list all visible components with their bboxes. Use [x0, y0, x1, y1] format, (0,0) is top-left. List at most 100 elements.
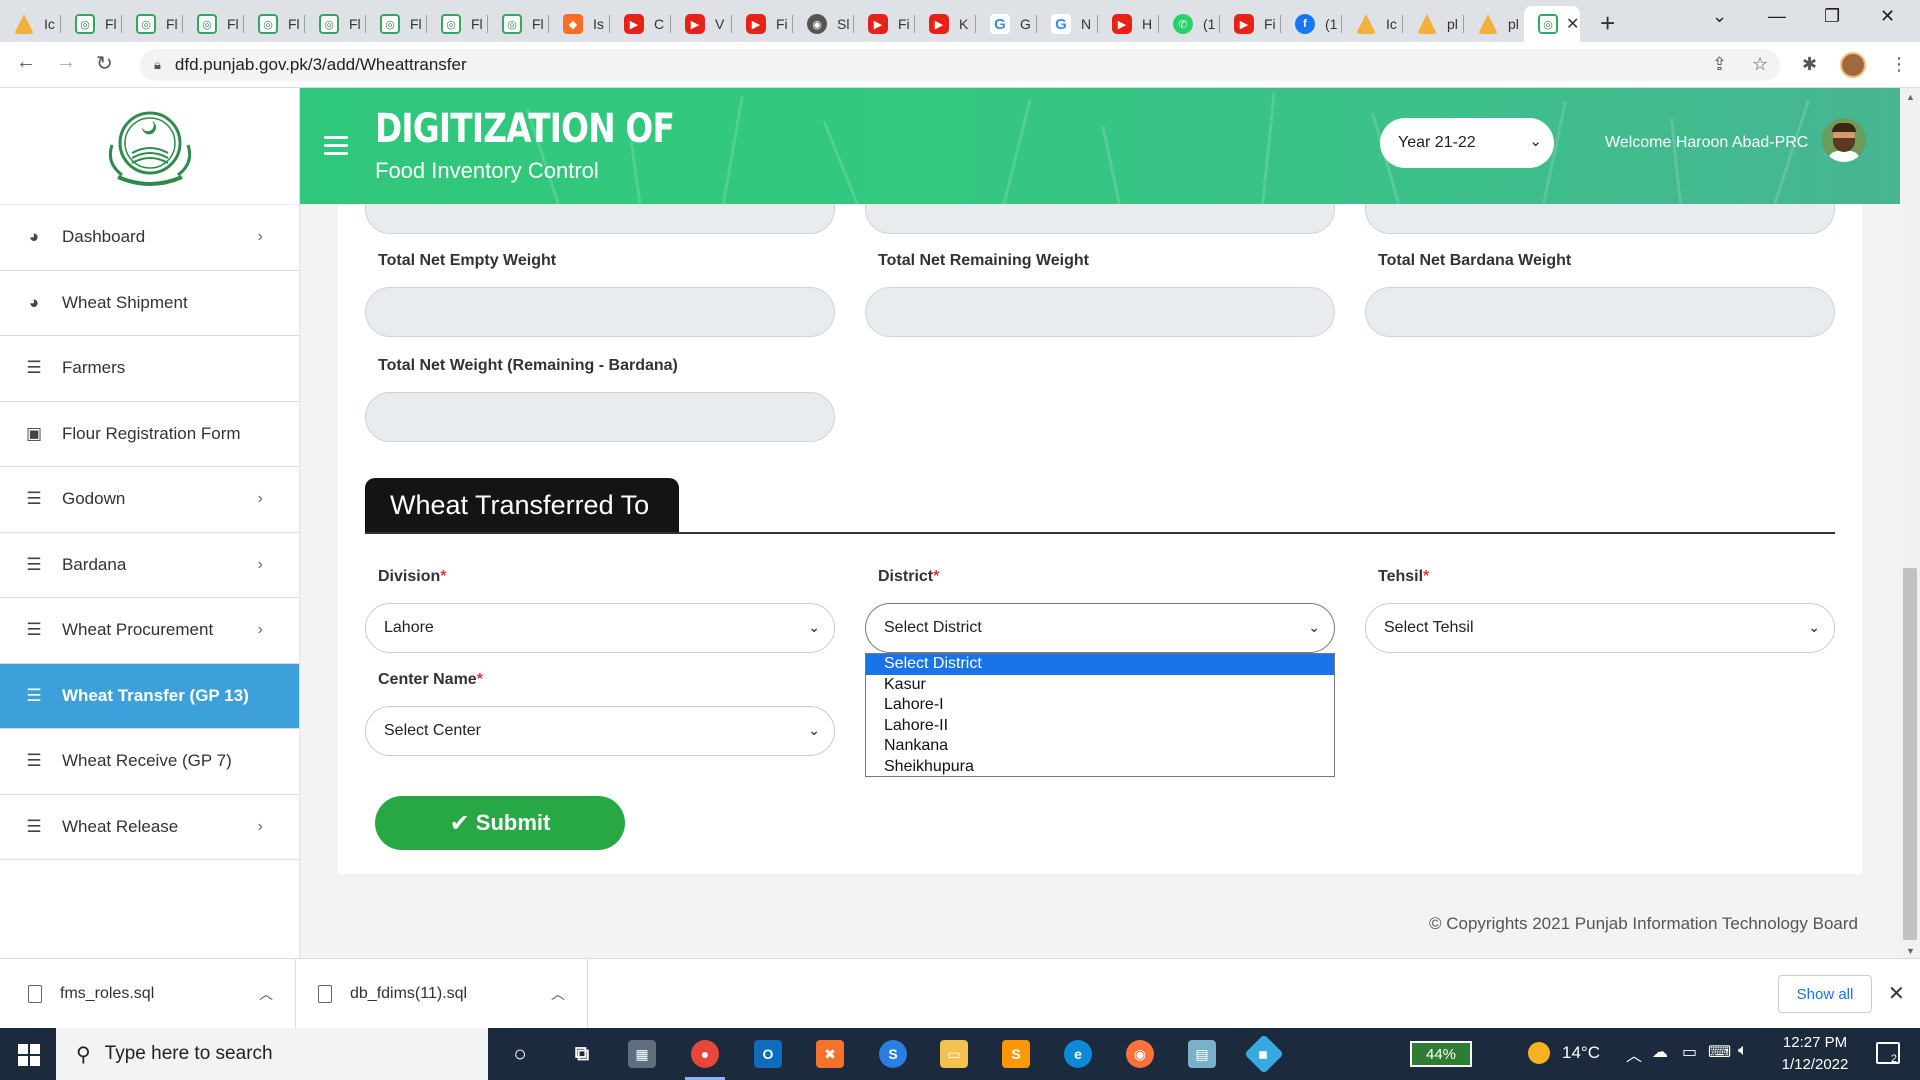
browser-tab[interactable]: ◎ Fl [122, 6, 183, 42]
reload-icon[interactable]: ↻ [96, 51, 113, 76]
extensions-icon[interactable]: ✱ [1802, 54, 1817, 75]
total-net-empty-weight-input[interactable] [365, 287, 835, 337]
sidebar-item-dashboard[interactable]: ◕ Dashboard › [0, 205, 299, 271]
browser-tab[interactable]: ◎ Fl [305, 6, 366, 42]
taskbar-search[interactable]: ⚲ Type here to search [56, 1028, 488, 1080]
total-net-remaining-weight-input[interactable] [865, 287, 1335, 337]
browser-tab[interactable]: ◎ Fl [488, 6, 549, 42]
browser-tab[interactable]: ✆ (1 [1159, 6, 1220, 42]
browser-tab[interactable]: ◆ Is [549, 6, 610, 42]
profile-avatar[interactable] [1840, 52, 1866, 78]
download-item[interactable]: db_fdims(11).sql ︿ [296, 959, 588, 1029]
file-explorer-icon[interactable]: ▭ [940, 1040, 968, 1068]
vertical-scrollbar[interactable]: ▲ ▼ [1900, 88, 1920, 958]
browser-tab[interactable]: Ic [0, 6, 61, 42]
show-all-button[interactable]: Show all [1778, 975, 1872, 1013]
browser-tab[interactable]: ◎ Fl [244, 6, 305, 42]
sidebar-item-farmers[interactable]: ☰ Farmers [0, 336, 299, 402]
browser-tab[interactable]: GN [1037, 6, 1098, 42]
sidebar-item-wheat-receive-gp-7[interactable]: ☰ Wheat Receive (GP 7) [0, 729, 299, 795]
back-icon[interactable]: ← [16, 51, 36, 74]
bookmark-star-icon[interactable]: ☆ [1752, 54, 1768, 75]
browser-tab[interactable]: ▶ V [671, 6, 732, 42]
tehsil-select[interactable]: Select Tehsil ⌄ [1365, 603, 1835, 653]
browser-tab[interactable]: pl [1464, 6, 1525, 42]
browser-tab[interactable]: ◉ Sl [793, 6, 854, 42]
division-select[interactable]: Lahore ⌄ [365, 603, 835, 653]
center-select[interactable]: Select Center ⌄ [365, 706, 835, 756]
close-window-icon[interactable]: ✕ [1880, 6, 1895, 27]
scroll-up-icon[interactable]: ▲ [1906, 92, 1915, 102]
battery-icon[interactable]: ▭ [1682, 1042, 1697, 1062]
download-item[interactable]: fms_roles.sql ︿ [0, 959, 296, 1029]
year-select[interactable]: Year 21-22 ⌄ [1380, 118, 1554, 168]
network-icon[interactable]: ⌨ [1708, 1042, 1731, 1062]
sidebar-item-wheat-transfer-gp-13[interactable]: ☰ Wheat Transfer (GP 13) [0, 663, 299, 729]
skype-icon[interactable]: S [879, 1040, 907, 1068]
menu-icon[interactable]: ⋮ [1890, 54, 1908, 75]
browser-tab[interactable]: f (1 [1281, 6, 1342, 42]
new-tab-icon[interactable]: + [1600, 8, 1615, 39]
browser-tab[interactable]: ▶ H [1098, 6, 1159, 42]
browser-tab[interactable]: Ic [1342, 6, 1403, 42]
git-kraken-icon[interactable]: ◆ [1244, 1034, 1284, 1074]
notepad-icon[interactable]: ▤ [1188, 1040, 1216, 1068]
browser-tab[interactable]: GG [976, 6, 1037, 42]
district-option[interactable]: Kasur [866, 675, 1334, 696]
outlook-icon[interactable]: O [754, 1040, 782, 1068]
browser-tab[interactable]: ▶ K [915, 6, 976, 42]
minimize-icon[interactable]: — [1768, 6, 1786, 27]
windows-start-icon[interactable] [18, 1044, 40, 1066]
scroll-down-icon[interactable]: ▼ [1906, 946, 1915, 956]
forward-icon[interactable]: → [56, 51, 76, 74]
sidebar-item-flour-registration-form[interactable]: ▣ Flour Registration Form [0, 402, 299, 467]
district-option[interactable]: Lahore-I [866, 695, 1334, 716]
browser-tab[interactable]: ▶ Fi [1220, 6, 1281, 42]
browser-tab[interactable]: ◎ Fl [366, 6, 427, 42]
browser-tab[interactable]: ▶ Fi [732, 6, 793, 42]
sidebar-item-wheat-shipment[interactable]: ◕ Wheat Shipment [0, 271, 299, 336]
volume-icon[interactable]: 🔈︎ [1738, 1042, 1748, 1060]
chevron-up-icon[interactable]: ︿ [551, 984, 565, 1004]
tab-active[interactable]: ◎ ✕ [1524, 6, 1580, 42]
district-option[interactable]: Nankana [866, 736, 1334, 757]
browser-tab[interactable]: ◎ Fl [427, 6, 488, 42]
restore-icon[interactable]: ❐ [1824, 6, 1840, 27]
chevron-up-icon[interactable]: ︿ [259, 984, 273, 1004]
scrollbar-thumb[interactable] [1903, 568, 1917, 940]
district-option[interactable]: Lahore-II [866, 716, 1334, 737]
close-download-bar-icon[interactable]: ✕ [1888, 981, 1905, 1006]
system-clock[interactable]: 12:27 PM 1/12/2022 [1770, 1032, 1860, 1076]
browser-tab[interactable]: ◎ Fl [61, 6, 122, 42]
browser-tab[interactable]: ◎ Fl [183, 6, 244, 42]
hamburger-menu-icon[interactable] [324, 136, 348, 160]
browser-tab[interactable]: pl [1403, 6, 1464, 42]
share-icon[interactable]: ⇪ [1712, 54, 1727, 75]
calculator-icon[interactable]: ▦ [628, 1040, 656, 1068]
cortana-icon[interactable]: ○ [506, 1040, 534, 1068]
battery-indicator[interactable]: 44% [1410, 1041, 1472, 1067]
user-avatar[interactable] [1822, 118, 1866, 162]
url-input[interactable]: 🔒︎ dfd.punjab.gov.pk/3/add/Wheattransfer [140, 49, 1780, 81]
firefox-icon[interactable]: ◉ [1126, 1040, 1154, 1068]
edge-icon[interactable]: e [1064, 1040, 1092, 1068]
district-option[interactable]: Select District [866, 654, 1334, 675]
notification-center-icon[interactable]: 2 [1876, 1042, 1900, 1065]
browser-tab[interactable]: ▶ Fi [854, 6, 915, 42]
district-option[interactable]: Sheikhupura [866, 757, 1334, 778]
submit-button[interactable]: ✔ Submit [375, 796, 625, 850]
sidebar-item-bardana[interactable]: ☰ Bardana › [0, 533, 299, 598]
tab-search-icon[interactable]: ⌄ [1712, 6, 1727, 27]
total-net-weight-input[interactable] [365, 392, 835, 442]
weather-widget[interactable]: 14°C [1528, 1042, 1600, 1064]
sidebar-item-wheat-release[interactable]: ☰ Wheat Release › [0, 795, 299, 860]
total-net-bardana-weight-input[interactable] [1365, 287, 1835, 337]
sidebar-item-godown[interactable]: ☰ Godown › [0, 467, 299, 533]
district-select[interactable]: Select District ⌄ [865, 603, 1335, 653]
xampp-icon[interactable]: ✖ [816, 1040, 844, 1068]
onedrive-icon[interactable]: ☁ [1652, 1042, 1668, 1062]
chevron-up-icon[interactable]: ︿ [1626, 1042, 1642, 1066]
sidebar-item-wheat-procurement[interactable]: ☰ Wheat Procurement › [0, 598, 299, 664]
task-view-icon[interactable]: ⧉ [568, 1040, 596, 1068]
sublime-text-icon[interactable]: S [1002, 1040, 1030, 1068]
